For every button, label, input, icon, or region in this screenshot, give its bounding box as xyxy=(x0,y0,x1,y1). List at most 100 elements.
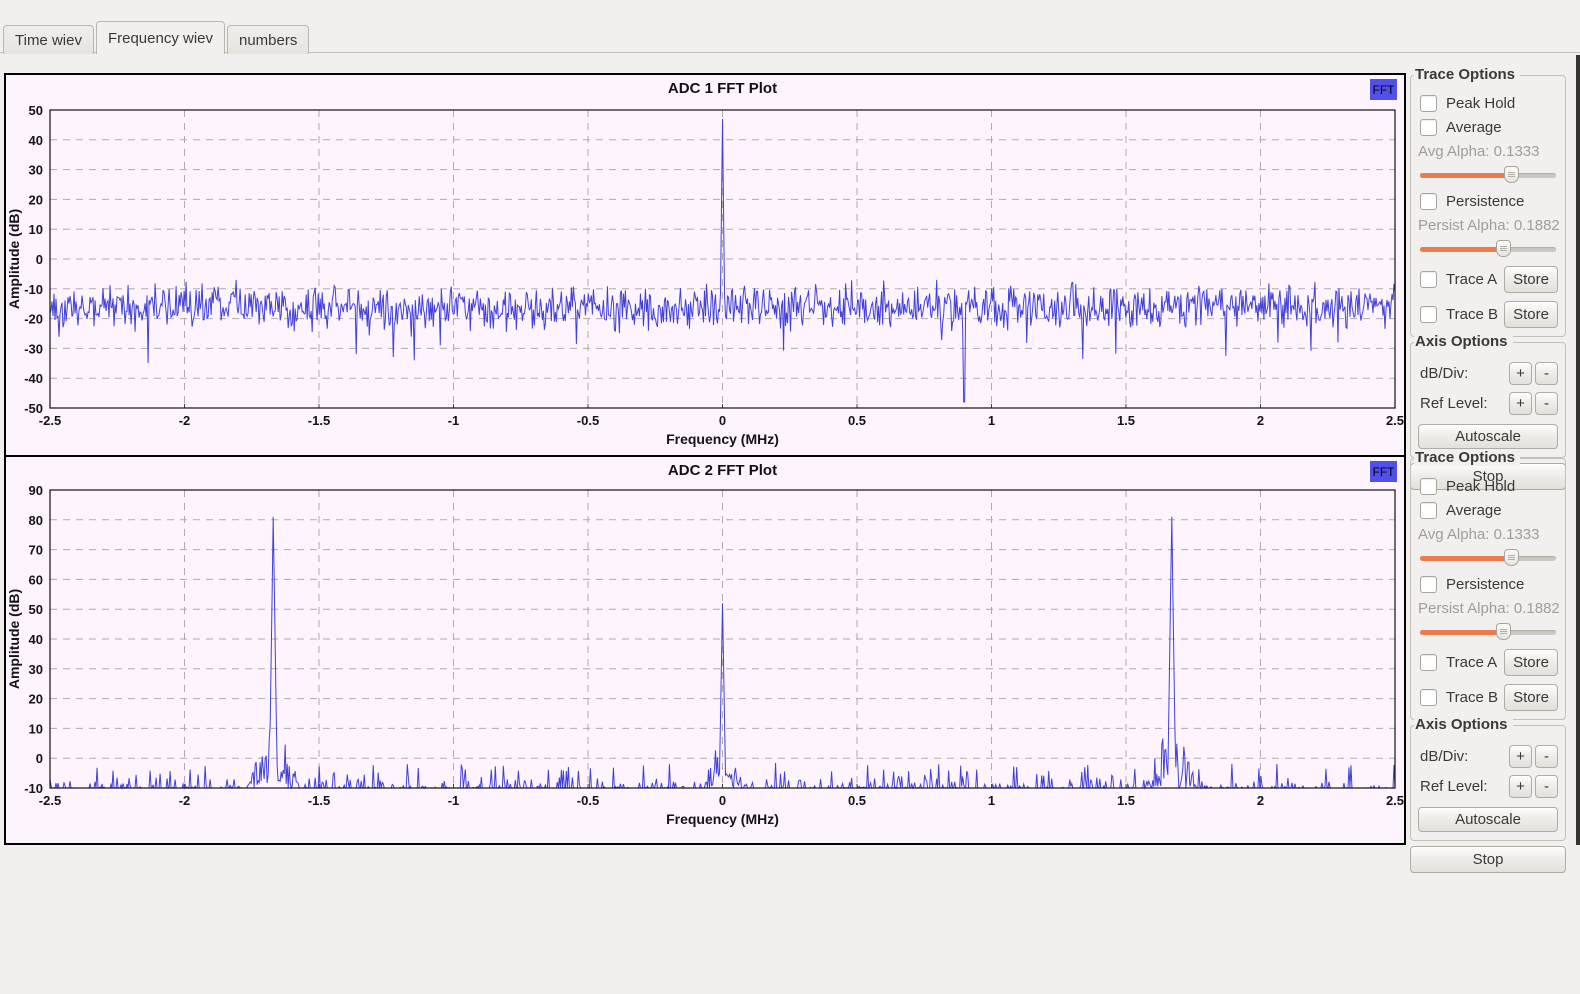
slider-handle[interactable] xyxy=(1496,240,1511,257)
slider-fill xyxy=(1420,630,1504,635)
peak-hold-checkbox[interactable] xyxy=(1420,478,1437,495)
svg-text:10: 10 xyxy=(29,222,43,237)
stop-button[interactable]: Stop xyxy=(1410,846,1566,873)
fft-badge: FFT xyxy=(1370,461,1397,482)
svg-text:-10: -10 xyxy=(24,282,43,297)
svg-text:30: 30 xyxy=(29,163,43,178)
svg-text:40: 40 xyxy=(29,133,43,148)
store-trace-b-button[interactable]: Store xyxy=(1504,301,1558,328)
svg-text:-0.5: -0.5 xyxy=(577,413,599,428)
adc2-fft-canvas: 9080706050403020100-10-2.5-2-1.5-1-0.500… xyxy=(6,457,1404,843)
svg-text:-1: -1 xyxy=(448,793,460,808)
autoscale-button[interactable]: Autoscale xyxy=(1418,807,1558,832)
avg-alpha-slider[interactable] xyxy=(1420,549,1556,567)
autoscale-button[interactable]: Autoscale xyxy=(1418,424,1558,449)
store-trace-b-button[interactable]: Store xyxy=(1504,684,1558,711)
svg-text:-1: -1 xyxy=(448,413,460,428)
svg-text:-1.5: -1.5 xyxy=(308,793,330,808)
svg-text:30: 30 xyxy=(29,662,43,677)
db-div-label: dB/Div: xyxy=(1420,748,1468,765)
slider-handle[interactable] xyxy=(1504,166,1519,183)
persist-alpha-slider[interactable] xyxy=(1420,623,1556,641)
adc1-fft-plot-panel: ADC 1 FFT Plot FFT 50403020100-10-20-30-… xyxy=(4,73,1406,457)
window-right-edge xyxy=(1576,55,1580,845)
svg-text:1.5: 1.5 xyxy=(1117,413,1135,428)
svg-text:1.5: 1.5 xyxy=(1117,793,1135,808)
ref-level-minus-button[interactable]: - xyxy=(1535,392,1558,415)
trace-a-checkbox[interactable] xyxy=(1420,271,1437,288)
adc1-plot-title: ADC 1 FFT Plot xyxy=(50,80,1395,97)
svg-text:-1.5: -1.5 xyxy=(308,413,330,428)
y-axis-label: Amplitude (dB) xyxy=(6,209,22,309)
x-tick-labels: -2.5-2-1.5-1-0.500.511.522.5 xyxy=(39,793,1404,808)
trace-options-group: Trace Options Peak Hold Average Avg Alph… xyxy=(1410,75,1566,337)
svg-text:80: 80 xyxy=(29,513,43,528)
average-checkbox[interactable] xyxy=(1420,502,1437,519)
persist-alpha-label: Persist Alpha: 0.1882 xyxy=(1418,600,1558,617)
db-div-minus-button[interactable]: - xyxy=(1535,745,1558,768)
persistence-checkbox[interactable] xyxy=(1420,576,1437,593)
svg-text:0.5: 0.5 xyxy=(848,793,866,808)
store-trace-a-button[interactable]: Store xyxy=(1504,649,1558,676)
fft-badge: FFT xyxy=(1370,79,1397,100)
axis-options-title: Axis Options xyxy=(1414,716,1513,733)
slider-handle[interactable] xyxy=(1496,623,1511,640)
axis-options-title: Axis Options xyxy=(1414,333,1513,350)
svg-text:0: 0 xyxy=(719,413,726,428)
adc2-plot-title: ADC 2 FFT Plot xyxy=(50,462,1395,479)
adc1-control-panel: Trace Options Peak Hold Average Avg Alph… xyxy=(1410,75,1566,490)
svg-text:1: 1 xyxy=(988,793,995,808)
tab-bar: Time wiev Frequency wiev numbers xyxy=(3,21,311,54)
svg-text:50: 50 xyxy=(29,602,43,617)
ref-level-minus-button[interactable]: - xyxy=(1535,775,1558,798)
average-label: Average xyxy=(1446,502,1502,519)
trace-b-checkbox[interactable] xyxy=(1420,306,1437,323)
svg-text:0: 0 xyxy=(36,751,43,766)
peak-hold-label: Peak Hold xyxy=(1446,95,1515,112)
persistence-label: Persistence xyxy=(1446,193,1524,210)
store-trace-a-button[interactable]: Store xyxy=(1504,266,1558,293)
svg-text:-2: -2 xyxy=(179,413,191,428)
axis-options-group: Axis Options dB/Div: + - Ref Level: + - … xyxy=(1410,725,1566,841)
ref-level-plus-button[interactable]: + xyxy=(1509,775,1532,798)
average-checkbox[interactable] xyxy=(1420,119,1437,136)
persist-alpha-slider[interactable] xyxy=(1420,240,1556,258)
adc1-fft-canvas: 50403020100-10-20-30-40-50-2.5-2-1.5-1-0… xyxy=(6,75,1404,455)
svg-text:2: 2 xyxy=(1257,793,1264,808)
svg-text:-30: -30 xyxy=(24,341,43,356)
db-div-plus-button[interactable]: + xyxy=(1509,745,1532,768)
x-axis-label: Frequency (MHz) xyxy=(666,811,779,827)
db-div-minus-button[interactable]: - xyxy=(1535,362,1558,385)
svg-text:2: 2 xyxy=(1257,413,1264,428)
svg-text:50: 50 xyxy=(29,103,43,118)
trace-b-checkbox[interactable] xyxy=(1420,689,1437,706)
slider-handle[interactable] xyxy=(1504,549,1519,566)
x-axis-label: Frequency (MHz) xyxy=(666,431,779,447)
adc2-fft-plot-panel: ADC 2 FFT Plot FFT 9080706050403020100-1… xyxy=(4,455,1406,845)
svg-text:-2.5: -2.5 xyxy=(39,413,61,428)
trace-options-title: Trace Options xyxy=(1414,449,1520,466)
svg-text:0: 0 xyxy=(36,252,43,267)
avg-alpha-slider[interactable] xyxy=(1420,166,1556,184)
tab-time-view[interactable]: Time wiev xyxy=(3,25,94,54)
db-div-plus-button[interactable]: + xyxy=(1509,362,1532,385)
svg-text:-20: -20 xyxy=(24,312,43,327)
svg-text:2.5: 2.5 xyxy=(1386,793,1404,808)
slider-fill xyxy=(1420,173,1512,178)
tab-frequency-view[interactable]: Frequency wiev xyxy=(96,21,225,54)
db-div-label: dB/Div: xyxy=(1420,365,1468,382)
svg-text:2.5: 2.5 xyxy=(1386,413,1404,428)
ref-level-plus-button[interactable]: + xyxy=(1509,392,1532,415)
svg-text:-0.5: -0.5 xyxy=(577,793,599,808)
svg-text:90: 90 xyxy=(29,483,43,498)
average-label: Average xyxy=(1446,119,1502,136)
svg-text:0: 0 xyxy=(719,793,726,808)
tab-numbers[interactable]: numbers xyxy=(227,25,309,54)
avg-alpha-label: Avg Alpha: 0.1333 xyxy=(1418,143,1558,160)
peak-hold-checkbox[interactable] xyxy=(1420,95,1437,112)
trace-a-checkbox[interactable] xyxy=(1420,654,1437,671)
y-tick-labels: 50403020100-10-20-30-40-50 xyxy=(24,103,43,416)
avg-alpha-label: Avg Alpha: 0.1333 xyxy=(1418,526,1558,543)
svg-text:-40: -40 xyxy=(24,371,43,386)
persistence-checkbox[interactable] xyxy=(1420,193,1437,210)
